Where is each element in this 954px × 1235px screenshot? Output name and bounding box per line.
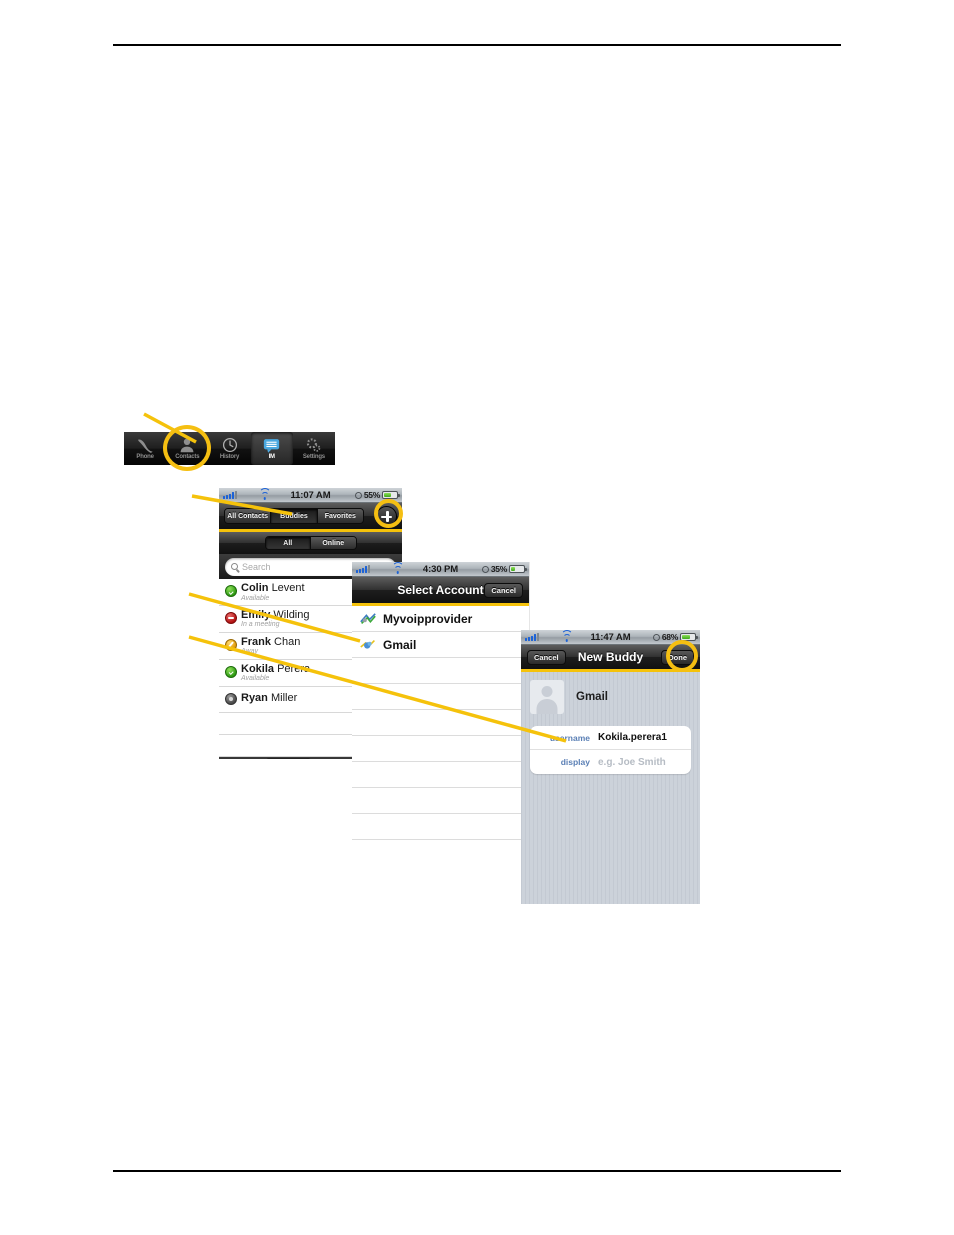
- display-field-label: display: [560, 757, 590, 767]
- cancel-button[interactable]: Cancel: [527, 649, 566, 665]
- username-field-value[interactable]: Kokila.perera1: [598, 732, 667, 743]
- status-away-icon: [225, 638, 237, 651]
- status-available-icon: [225, 585, 237, 597]
- status-bar: 4:30 PM 35%: [352, 562, 529, 577]
- contact-first-name: Emily: [241, 608, 271, 621]
- tab-all-contacts[interactable]: All Contacts: [225, 509, 272, 523]
- done-button[interactable]: Done: [661, 649, 694, 665]
- contacts-top-segmented-control[interactable]: All Contacts Buddies Favorites: [224, 508, 364, 524]
- status-busy-icon: [225, 611, 237, 624]
- username-field-row[interactable]: username Kokila.perera1: [530, 726, 691, 750]
- sidebar-item-im[interactable]: IM: [250, 432, 293, 465]
- settings-icon: [305, 438, 322, 453]
- contact-presence: Available: [241, 594, 270, 602]
- account-name: Myvoipprovider: [383, 611, 473, 626]
- account-name: Gmail: [576, 691, 608, 703]
- list-item-empty: [352, 658, 529, 684]
- contact-first-name: Ryan: [241, 691, 268, 704]
- online-filter-segmented-control[interactable]: All Online: [264, 536, 357, 550]
- filter-online[interactable]: Online: [311, 537, 356, 549]
- list-item-empty: [352, 814, 529, 840]
- tab-label: Phone: [136, 453, 154, 460]
- sidebar-item-contacts[interactable]: Contacts: [166, 432, 208, 465]
- gmail-account-icon: [360, 638, 376, 652]
- tab-favorites[interactable]: Favorites: [317, 509, 363, 523]
- status-bar-time: 11:07 AM: [290, 489, 331, 501]
- status-bar: 11:07 AM 55%: [219, 488, 402, 503]
- account-list: Myvoipprovider Gmail: [352, 606, 529, 840]
- account-summary: Gmail: [530, 680, 691, 714]
- voip-provider-icon: [360, 612, 376, 626]
- add-contact-plus-icon[interactable]: [376, 505, 397, 527]
- sidebar-item-settings[interactable]: Settings: [293, 432, 335, 465]
- sidebar-item-contacts[interactable]: Contacts: [265, 757, 311, 759]
- search-placeholder: Search: [242, 561, 271, 572]
- tab-buddies[interactable]: Buddies: [271, 509, 318, 523]
- sidebar-item-phone[interactable]: Phone: [221, 758, 266, 759]
- contacts-icon: [179, 438, 195, 453]
- cancel-button[interactable]: Cancel: [484, 582, 523, 598]
- contacts-navbar: All Contacts Buddies Favorites: [219, 503, 402, 529]
- contact-last-name: Miller: [270, 691, 298, 704]
- list-item[interactable]: Gmail: [352, 632, 529, 658]
- select-account-screen: 4:30 PM 35% Select Account Cancel Myvoip…: [352, 562, 530, 845]
- contact-first-name: Colin: [241, 582, 269, 594]
- new-buddy-form: Gmail username Kokila.perera1 display e.…: [521, 672, 700, 904]
- contact-last-name: Perera: [277, 662, 311, 675]
- contact-first-name: Frank: [241, 635, 271, 648]
- search-icon: [231, 563, 238, 570]
- history-icon: [222, 437, 238, 453]
- contact-first-name: Kokila: [241, 662, 275, 675]
- display-field-placeholder[interactable]: e.g. Joe Smith: [598, 757, 666, 768]
- page-header-rule: [113, 44, 841, 46]
- list-item-empty: [352, 788, 529, 814]
- list-item-empty: [352, 710, 529, 736]
- im-icon: [263, 438, 280, 453]
- tab-label: IM: [268, 453, 275, 460]
- tab-label: Settings: [302, 453, 325, 460]
- contact-presence: Available: [241, 675, 270, 683]
- list-item-empty: [352, 762, 529, 788]
- battery-icon: [509, 565, 527, 573]
- page-footer-rule: [113, 1170, 841, 1172]
- battery-icon: [680, 633, 698, 641]
- status-bar-time: 4:30 PM: [422, 563, 459, 575]
- filter-all[interactable]: All: [265, 537, 311, 549]
- contact-presence: Away: [241, 648, 258, 656]
- app-tab-bar-standalone: Phone Contacts History IM Settings: [124, 432, 335, 465]
- contact-last-name: Chan: [274, 635, 301, 648]
- contact-presence: In a meeting: [241, 621, 280, 629]
- username-field-label: username: [549, 732, 590, 743]
- sidebar-item-history[interactable]: History: [208, 432, 250, 465]
- status-bar: 11:47 AM 68%: [521, 630, 700, 645]
- battery-icon: [382, 491, 400, 499]
- list-item-empty: [352, 684, 529, 710]
- status-bar-time: 11:47 AM: [590, 631, 631, 643]
- status-available-icon: [225, 665, 237, 678]
- person-avatar-icon: [530, 680, 564, 714]
- new-buddy-navbar: Cancel New Buddy Done: [521, 645, 700, 669]
- buddy-fields-card: username Kokila.perera1 display e.g. Joe…: [530, 726, 691, 774]
- status-offline-icon: [225, 692, 237, 705]
- display-field-row[interactable]: display e.g. Joe Smith: [530, 750, 691, 774]
- tab-label: History: [219, 453, 240, 460]
- list-item[interactable]: Myvoipprovider: [352, 606, 529, 632]
- new-buddy-screen: 11:47 AM 68% Cancel New Buddy Done Gmail…: [521, 630, 700, 904]
- contact-last-name: Levent: [271, 582, 305, 594]
- select-account-navbar: Select Account Cancel: [352, 577, 529, 603]
- account-name: Gmail: [383, 637, 417, 652]
- tab-label: Contacts: [175, 453, 200, 460]
- list-item-empty: [352, 736, 529, 762]
- contacts-filter-bar: All Online: [219, 532, 402, 554]
- contact-last-name: Wilding: [273, 608, 310, 621]
- sidebar-item-phone[interactable]: Phone: [124, 432, 166, 465]
- phone-icon: [136, 438, 154, 453]
- sidebar-item-history[interactable]: History: [311, 758, 356, 759]
